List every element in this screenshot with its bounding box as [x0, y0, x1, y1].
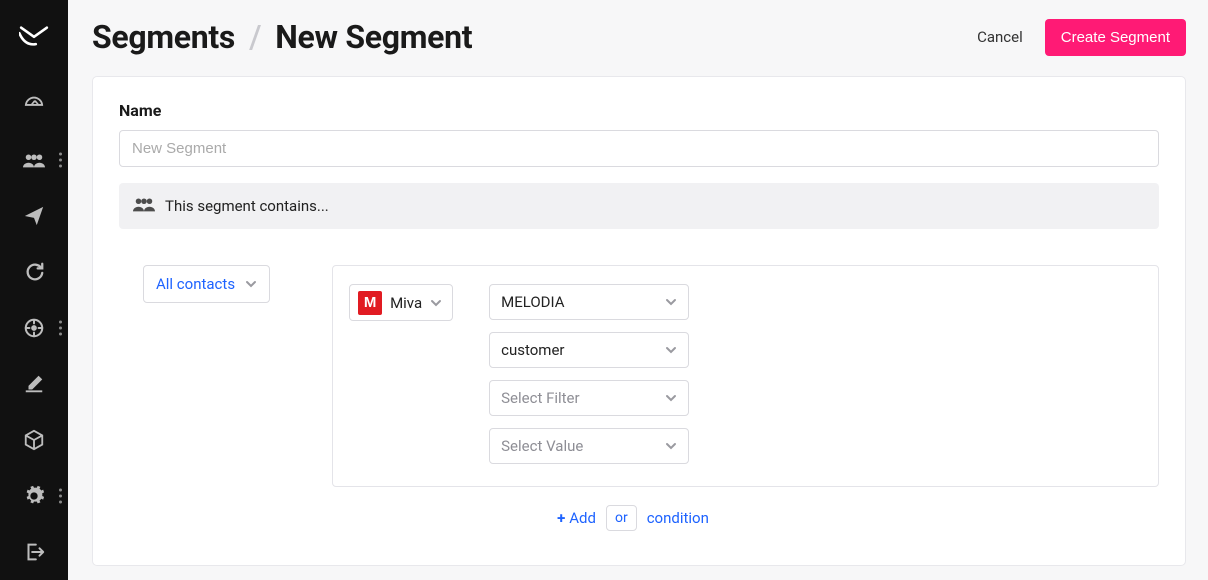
segment-form-card: Name This segment contains... All contac… — [92, 76, 1186, 566]
sidebar — [0, 0, 68, 580]
gauge-icon — [23, 93, 45, 115]
chevron-down-icon — [665, 296, 677, 308]
plus-icon: + — [557, 509, 565, 527]
cancel-link[interactable]: Cancel — [977, 28, 1023, 46]
condition-link[interactable]: condition — [647, 509, 709, 527]
select-value: customer — [501, 341, 564, 359]
exit-icon — [23, 541, 45, 563]
add-condition-row: + Add or condition — [557, 505, 1159, 531]
rule-box: M Miva MELODIA customer — [332, 265, 1159, 487]
box-icon — [23, 429, 45, 451]
people-icon — [133, 196, 155, 216]
contacts-scope-dropdown[interactable]: All contacts — [143, 265, 270, 303]
banner-text: This segment contains... — [165, 197, 329, 215]
edit-icon — [23, 373, 45, 395]
breadcrumb: Segments / New Segment — [92, 18, 472, 56]
select-placeholder: Select Filter — [501, 389, 579, 407]
name-label: Name — [119, 101, 1159, 120]
top-actions: Cancel Create Segment — [977, 19, 1186, 56]
nav-content[interactable] — [0, 356, 68, 412]
paper-plane-icon — [23, 205, 45, 227]
more-dots-icon[interactable] — [59, 489, 62, 504]
more-dots-icon[interactable] — [59, 321, 62, 336]
name-input[interactable] — [119, 130, 1159, 167]
or-toggle[interactable]: or — [606, 505, 637, 531]
nav-products[interactable] — [0, 412, 68, 468]
nav-automation[interactable] — [0, 244, 68, 300]
breadcrumb-separator: / — [249, 18, 261, 56]
select-entity[interactable]: customer — [489, 332, 689, 368]
select-filter[interactable]: Select Filter — [489, 380, 689, 416]
segment-contains-banner: This segment contains... — [119, 183, 1159, 229]
create-segment-button[interactable]: Create Segment — [1045, 19, 1186, 56]
more-dots-icon[interactable] — [59, 153, 62, 168]
topbar: Segments / New Segment Cancel Create Seg… — [68, 0, 1208, 76]
select-value[interactable]: Select Value — [489, 428, 689, 464]
chevron-down-icon — [665, 440, 677, 452]
select-value: MELODIA — [501, 293, 564, 311]
chevron-down-icon — [665, 344, 677, 356]
nav-settings[interactable] — [0, 468, 68, 524]
nav-targeting[interactable] — [0, 300, 68, 356]
nav-contacts[interactable] — [0, 132, 68, 188]
nav-campaigns[interactable] — [0, 188, 68, 244]
add-condition-link[interactable]: + Add — [557, 509, 596, 527]
nav-dashboard[interactable] — [0, 76, 68, 132]
rule-builder: All contacts M Miva MELODIA — [119, 265, 1159, 531]
select-store[interactable]: MELODIA — [489, 284, 689, 320]
select-placeholder: Select Value — [501, 437, 583, 455]
main: Segments / New Segment Cancel Create Seg… — [68, 0, 1208, 580]
breadcrumb-root[interactable]: Segments — [92, 18, 235, 56]
sync-icon — [23, 261, 45, 283]
chevron-down-icon — [665, 392, 677, 404]
add-label: Add — [569, 509, 596, 527]
target-icon — [23, 317, 45, 339]
chevron-down-icon — [245, 278, 257, 290]
breadcrumb-current: New Segment — [275, 18, 472, 56]
miva-badge-icon: M — [358, 291, 382, 315]
logo[interactable] — [0, 14, 68, 56]
gear-icon — [23, 485, 45, 507]
nav-logout[interactable] — [0, 524, 68, 580]
contacts-scope-label: All contacts — [156, 275, 235, 293]
filter-selects: MELODIA customer Select Filter Sele — [489, 284, 689, 464]
source-label: Miva — [390, 294, 422, 312]
source-dropdown[interactable]: M Miva — [349, 284, 453, 321]
people-icon — [23, 149, 45, 171]
chevron-down-icon — [430, 297, 442, 309]
